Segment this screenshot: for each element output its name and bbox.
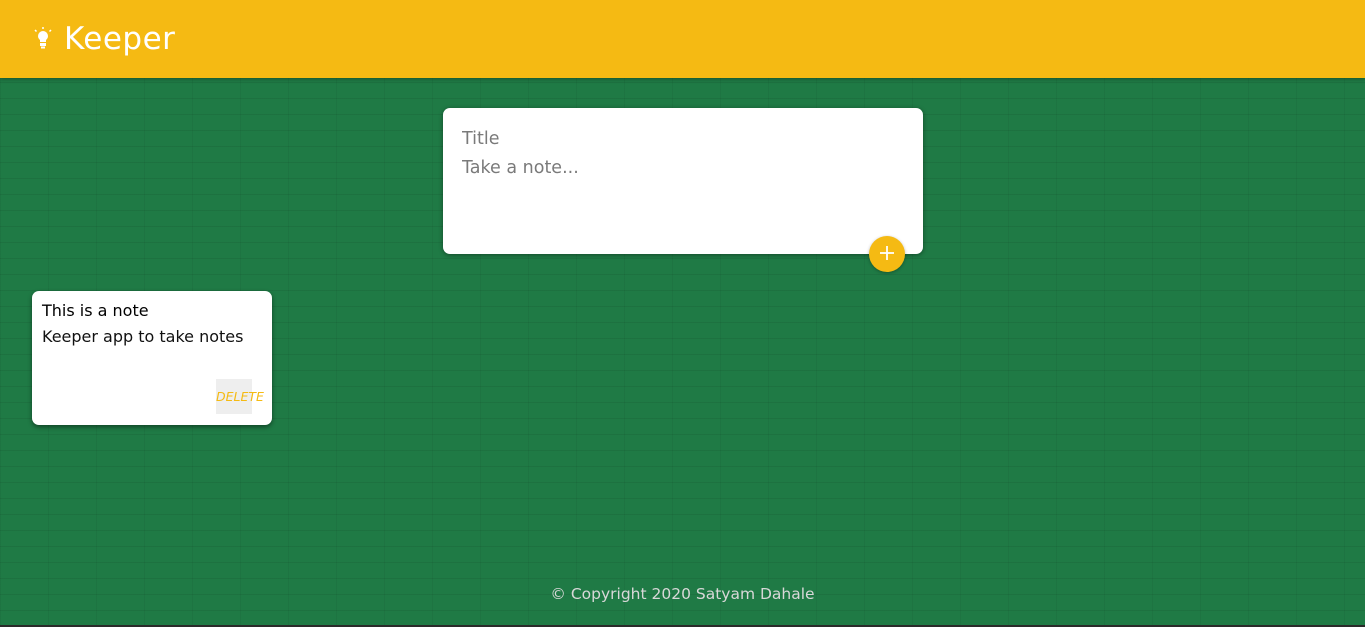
delete-note-button[interactable]: DELETE: [216, 379, 264, 414]
note-title: This is a note: [42, 301, 149, 320]
lightbulb-icon: [32, 27, 54, 51]
plus-icon: [879, 245, 895, 264]
copyright-text: © Copyright 2020 Satyam Dahale: [550, 585, 815, 603]
app-title: Keeper: [64, 21, 176, 57]
note-title-input[interactable]: [462, 126, 904, 152]
footer: © Copyright 2020 Satyam Dahale: [0, 585, 1365, 603]
note-content-input[interactable]: [462, 158, 904, 228]
note-content: Keeper app to take notes: [42, 327, 244, 346]
create-note-form: [443, 108, 923, 254]
app-header: Keeper: [0, 0, 1365, 78]
note-card: This is a note Keeper app to take notes …: [32, 291, 272, 425]
add-note-button[interactable]: [869, 236, 905, 272]
